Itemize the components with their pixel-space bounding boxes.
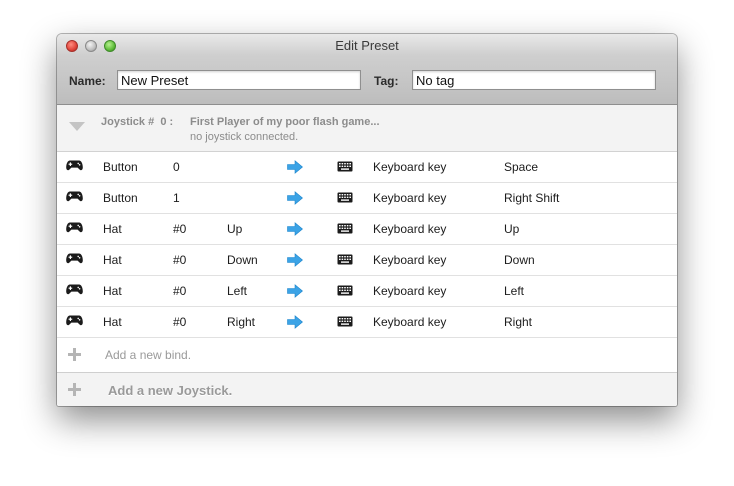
tag-field[interactable]: [412, 70, 656, 90]
keyboard-icon: [337, 192, 353, 203]
title-bar: Edit Preset Name: Tag:: [57, 34, 677, 105]
bind-hat-direction: Up: [227, 222, 243, 236]
bind-row[interactable]: Hat #0 Left Keyboard key Left: [57, 276, 677, 307]
add-joystick-button[interactable]: Add a new Joystick.: [108, 383, 232, 398]
bind-list: Button 0 Keyboard key Space Button 1 Key…: [57, 152, 677, 338]
bind-input-type: Hat: [103, 284, 122, 298]
bind-row[interactable]: Hat #0 Up Keyboard key Up: [57, 214, 677, 245]
bind-row[interactable]: Button 1 Keyboard key Right Shift: [57, 183, 677, 214]
keyboard-icon: [337, 223, 353, 234]
edit-preset-window: Edit Preset Name: Tag: Joystick # 0 : Fi…: [57, 34, 677, 406]
bind-input-index: #0: [173, 315, 187, 329]
bind-input-index: #0: [173, 222, 187, 236]
bind-hat-direction: Down: [227, 253, 258, 267]
bind-key-value[interactable]: Space: [504, 160, 538, 174]
add-joystick-row[interactable]: Add a new Joystick.: [57, 373, 677, 406]
bind-input-type: Hat: [103, 253, 122, 267]
gamepad-icon: [66, 222, 83, 233]
bind-row[interactable]: Button 0 Keyboard key Space: [57, 152, 677, 183]
bind-input-type: Button: [103, 191, 138, 205]
keyboard-icon: [337, 285, 353, 296]
joystick-status: no joystick connected.: [190, 131, 299, 143]
bind-key-value[interactable]: Up: [504, 222, 519, 236]
arrow-right-icon: [287, 315, 303, 329]
keyboard-icon: [337, 254, 353, 265]
arrow-right-icon: [287, 222, 303, 236]
add-bind-row[interactable]: Add a new bind.: [57, 338, 677, 373]
bind-key-type: Keyboard key: [373, 253, 447, 267]
gamepad-icon: [66, 315, 83, 326]
joystick-header: Joystick # 0 : First Player of my poor f…: [57, 105, 677, 152]
bind-row[interactable]: Hat #0 Down Keyboard key Down: [57, 245, 677, 276]
keyboard-icon: [337, 316, 353, 327]
arrow-right-icon: [287, 284, 303, 298]
tag-label: Tag:: [374, 74, 399, 88]
bind-input-index: 1: [173, 191, 180, 205]
disclosure-triangle-icon[interactable]: [69, 122, 85, 131]
gamepad-icon: [66, 160, 83, 171]
bind-input-type: Button: [103, 160, 138, 174]
bind-key-value[interactable]: Right: [504, 315, 532, 329]
joystick-id-label: Joystick # 0 :: [101, 116, 174, 128]
bind-key-type: Keyboard key: [373, 315, 447, 329]
bind-hat-direction: Right: [227, 315, 256, 329]
add-bind-button[interactable]: Add a new bind.: [105, 348, 191, 362]
bind-key-type: Keyboard key: [373, 222, 447, 236]
arrow-right-icon: [287, 253, 303, 267]
bind-key-value[interactable]: Down: [504, 253, 535, 267]
bind-hat-direction: Left: [227, 284, 248, 298]
bind-key-value[interactable]: Left: [504, 284, 524, 298]
window-title: Edit Preset: [335, 38, 399, 53]
bind-key-type: Keyboard key: [373, 284, 447, 298]
gamepad-icon: [66, 191, 83, 202]
plus-icon[interactable]: [68, 348, 81, 361]
name-field[interactable]: [117, 70, 361, 90]
bind-input-type: Hat: [103, 222, 122, 236]
bind-row[interactable]: Hat #0 Right Keyboard key Right: [57, 307, 677, 338]
bind-input-index: #0: [173, 253, 187, 267]
bind-input-type: Hat: [103, 315, 122, 329]
name-label: Name:: [69, 74, 106, 88]
bind-input-index: 0: [173, 160, 180, 174]
bind-key-type: Keyboard key: [373, 191, 447, 205]
gamepad-icon: [66, 284, 83, 295]
keyboard-icon: [337, 161, 353, 172]
arrow-right-icon: [287, 160, 303, 174]
plus-icon[interactable]: [68, 383, 81, 396]
bind-key-value[interactable]: Right Shift: [504, 191, 559, 205]
arrow-right-icon: [287, 191, 303, 205]
bind-key-type: Keyboard key: [373, 160, 447, 174]
joystick-name[interactable]: First Player of my poor flash game...: [190, 116, 380, 128]
bind-input-index: #0: [173, 284, 187, 298]
gamepad-icon: [66, 253, 83, 264]
